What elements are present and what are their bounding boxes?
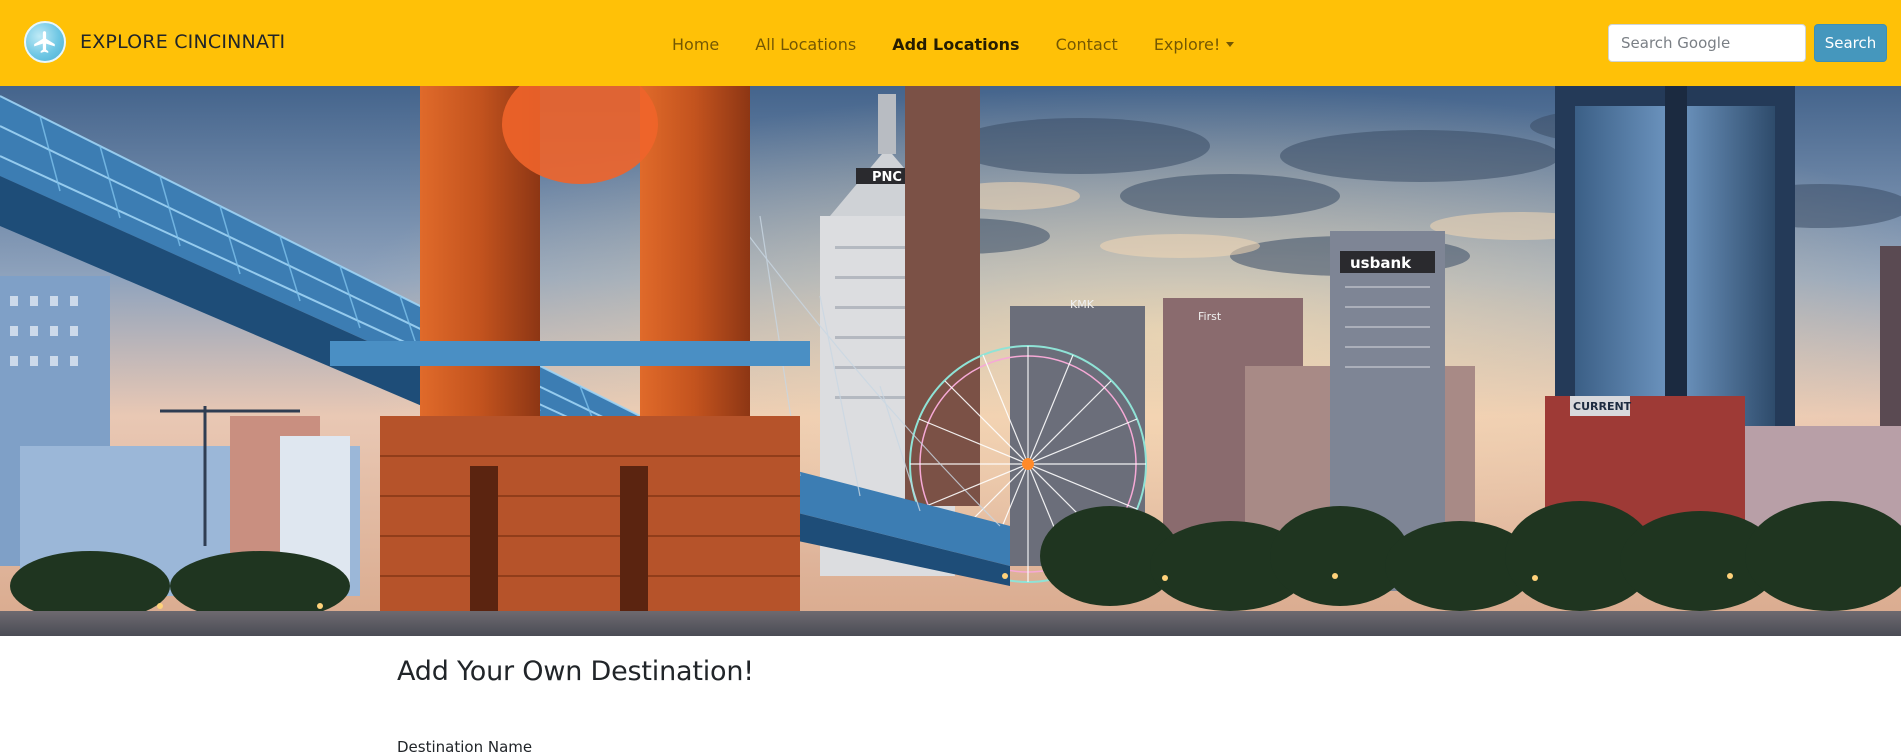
page-title: Add Your Own Destination! xyxy=(397,656,754,687)
search-form: Search xyxy=(1608,24,1887,62)
search-button[interactable]: Search xyxy=(1814,24,1887,62)
current-sign: CURRENT xyxy=(1573,400,1632,413)
usbank-sign: usbank xyxy=(1350,254,1412,272)
main-nav: Home All Locations Add Locations Contact… xyxy=(654,28,1252,60)
first-sign: First xyxy=(1198,310,1222,323)
main-content: Add Your Own Destination! Destination Na… xyxy=(397,636,1507,756)
top-navbar: EXPLORE CINCINNATI Home All Locations Ad… xyxy=(0,0,1901,86)
chevron-down-icon xyxy=(1226,41,1235,47)
brand-link[interactable]: EXPLORE CINCINNATI xyxy=(24,20,285,64)
airplane-icon xyxy=(24,21,66,63)
destination-name-label: Destination Name xyxy=(397,738,533,756)
nav-add-locations[interactable]: Add Locations xyxy=(874,29,1037,60)
nav-all-locations[interactable]: All Locations xyxy=(737,29,874,60)
nav-contact[interactable]: Contact xyxy=(1038,29,1136,60)
hero-skyline-image: PNC KMK First usbank CURRENT xyxy=(0,86,1901,636)
nav-explore-label: Explore! xyxy=(1153,34,1221,54)
kmk-sign: KMK xyxy=(1070,298,1095,311)
search-input[interactable] xyxy=(1608,24,1806,62)
brand-name: EXPLORE CINCINNATI xyxy=(80,31,286,53)
nav-explore-dropdown[interactable]: Explore! xyxy=(1136,29,1252,60)
pnc-sign: PNC xyxy=(872,170,902,185)
nav-home[interactable]: Home xyxy=(654,29,737,60)
